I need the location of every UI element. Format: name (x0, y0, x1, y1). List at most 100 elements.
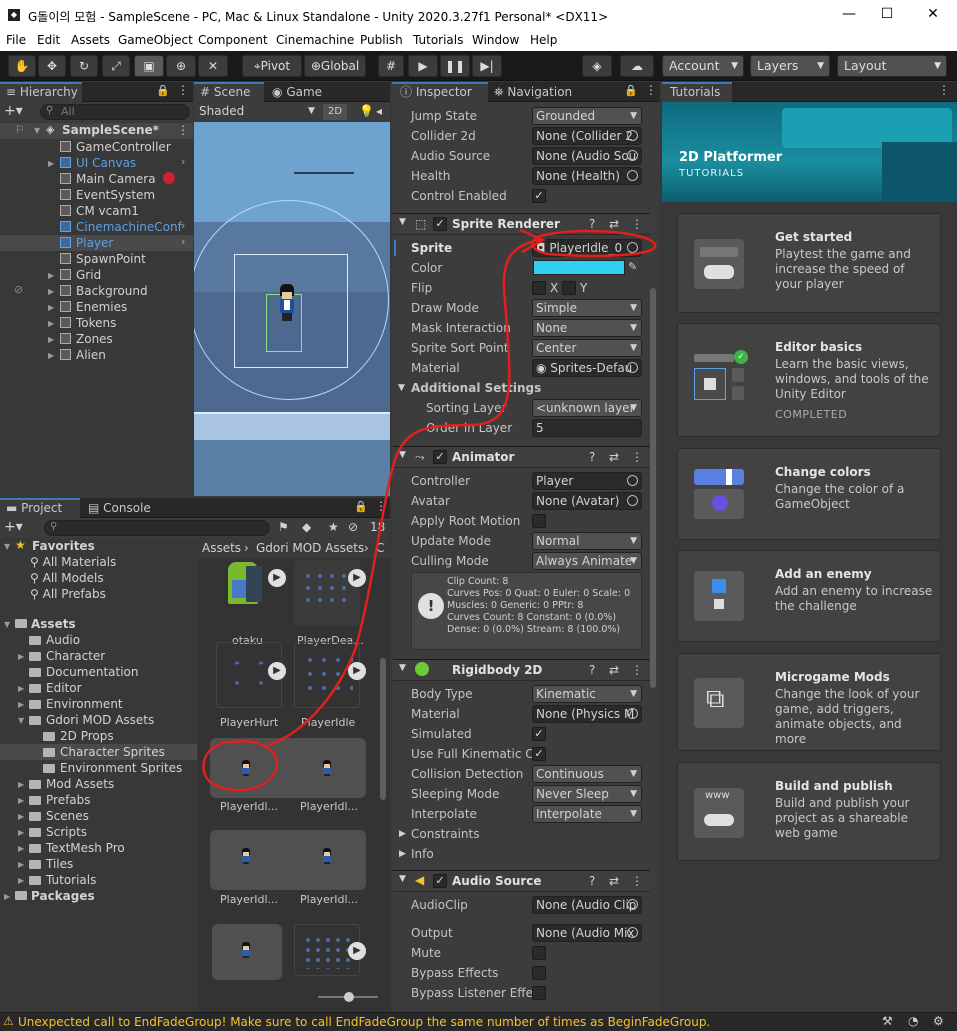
hierarchy-item[interactable]: ▶ Grid (0, 267, 193, 283)
kebab-menu-icon[interactable]: ⋮ (631, 663, 643, 677)
expand-caret-icon[interactable]: ▼ (18, 716, 24, 725)
project-folder-item[interactable]: Audio (0, 632, 197, 648)
hierarchy-item[interactable]: SpawnPoint (0, 251, 193, 267)
shading-mode-dropdown[interactable]: Shaded (199, 104, 244, 118)
progress-icon[interactable]: ◔ (908, 1014, 918, 1028)
object-field[interactable]: Player (532, 472, 642, 490)
tutorial-card-get-started[interactable]: Get started Playtest the game and increa… (677, 213, 941, 313)
status-message[interactable]: Unexpected call to EndFadeGroup! Make su… (18, 1015, 710, 1029)
project-folder-item[interactable]: 2D Props (0, 728, 197, 744)
menu-publish[interactable]: Publish (360, 33, 403, 47)
sprite-playeridle-0[interactable] (241, 760, 251, 776)
hidden-eye-icon[interactable]: ⊘ (14, 283, 23, 296)
object-picker-icon[interactable] (627, 362, 638, 373)
dropdown-field[interactable]: Simple ▼ (532, 299, 642, 317)
object-picker-icon[interactable] (627, 708, 638, 719)
tutorial-card-microgame-mods[interactable]: ⧉ Microgame Mods Change the look of your… (677, 653, 941, 751)
checkbox[interactable]: ✓ (532, 747, 546, 761)
component-header-rigidbody2d[interactable]: ▼ Rigidbody 2D ? ⇄ ⋮ (393, 659, 650, 681)
global-button[interactable]: ⊕Global (304, 55, 366, 77)
help-icon[interactable]: ? (589, 663, 595, 677)
kebab-menu-icon[interactable]: ⋮ (631, 217, 643, 231)
menu-cinemachine[interactable]: Cinemachine (276, 33, 354, 47)
fav-item[interactable]: ⚲ All Models (30, 570, 104, 586)
object-picker-icon[interactable] (627, 899, 638, 910)
checkbox[interactable] (532, 966, 546, 980)
object-picker-icon[interactable] (627, 150, 638, 161)
play-icon[interactable]: ▶ (348, 942, 366, 960)
tab-game[interactable]: ◉ Game (266, 82, 336, 102)
preset-icon[interactable]: ⇄ (609, 663, 619, 677)
order-in-layer-input[interactable]: 5 (532, 419, 642, 437)
expand-caret-icon[interactable]: ▼ (398, 383, 405, 393)
expand-caret-icon[interactable]: ▶ (18, 812, 24, 821)
component-header-audio-source[interactable]: ▼ ◀ ✓ Audio Source ? ⇄ ⋮ (393, 870, 650, 892)
hierarchy-item[interactable]: CinemachineConf › (0, 219, 193, 235)
tab-hierarchy[interactable]: ≡ Hierarchy (0, 82, 82, 102)
player-sprite[interactable] (278, 284, 296, 322)
hierarchy-item[interactable]: CM vcam1 (0, 203, 193, 219)
filter-label-icon[interactable]: ◆ (302, 520, 311, 534)
expand-caret-icon[interactable]: ▶ (399, 849, 406, 859)
expand-caret-icon[interactable]: ▼ (399, 874, 406, 884)
checkbox[interactable] (532, 986, 546, 1000)
project-folder-item[interactable]: ▶ Environment (0, 696, 197, 712)
dropdown-field[interactable]: Kinematic ▼ (532, 685, 642, 703)
tab-inspector[interactable]: ⓘ Inspector (392, 82, 488, 102)
hierarchy-item[interactable]: ▶ Zones (0, 331, 193, 347)
project-folder-item[interactable]: ▶ TextMesh Pro (0, 840, 197, 856)
layers-dropdown[interactable]: Layers ▼ (750, 55, 830, 77)
hierarchy-item[interactable]: ▶ Alien (0, 347, 193, 363)
project-folder-item[interactable]: ▶ Mod Assets (0, 776, 197, 792)
breadcrumb-assets[interactable]: Assets (202, 541, 241, 555)
hierarchy-item[interactable]: Main Camera (0, 171, 193, 187)
fav-item[interactable]: ⚲ All Materials (30, 554, 116, 570)
additional-settings-foldout[interactable]: Additional Settings (411, 379, 541, 397)
maximize-button[interactable]: ☐ (876, 6, 898, 24)
asset-scrollbar[interactable] (380, 658, 386, 800)
hierarchy-item[interactable]: EventSystem (0, 187, 193, 203)
pivot-button[interactable]: ⌖Pivot (242, 55, 302, 77)
project-folder-item[interactable]: ▼ Gdori MOD Assets (0, 712, 197, 728)
add-icon[interactable]: +▾ (4, 103, 23, 119)
play-icon[interactable]: ▶ (268, 662, 286, 680)
hierarchy-item[interactable]: ▶ Enemies (0, 299, 193, 315)
object-picker-icon[interactable] (627, 130, 638, 141)
dropdown-field[interactable]: Normal ▼ (532, 532, 642, 550)
project-folder-item[interactable]: Documentation (0, 664, 197, 680)
audio-icon[interactable]: ◂ (376, 104, 382, 118)
kebab-menu-icon[interactable]: ⋮ (177, 83, 189, 97)
tab-project[interactable]: ▬ Project (0, 498, 80, 518)
tab-scene[interactable]: # Scene (194, 82, 264, 102)
scene-canvas[interactable] (194, 122, 390, 496)
object-field[interactable]: None (Audio Mix (532, 924, 642, 942)
component-enabled-checkbox[interactable]: ✓ (433, 217, 447, 231)
sprite-playeridle-2[interactable] (241, 848, 251, 864)
menu-file[interactable]: File (6, 33, 26, 47)
object-field[interactable]: None (Health) (532, 167, 642, 185)
kebab-menu-icon[interactable]: ⋮ (645, 83, 657, 97)
dropdown-field[interactable]: Always Animate ▼ (532, 552, 642, 570)
project-folder-item[interactable]: ▶ Character (0, 648, 197, 664)
project-folder-item[interactable]: Character Sprites (0, 744, 197, 760)
help-icon[interactable]: ? (589, 450, 595, 464)
project-folder-item[interactable]: ▶ Editor (0, 680, 197, 696)
lock-icon[interactable]: 🔒 (354, 500, 368, 513)
scene-row[interactable]: ⚐ ▼ ◈ SampleScene* ⋮ (0, 123, 193, 139)
preset-icon[interactable]: ⇄ (609, 217, 619, 231)
chevron-right-icon[interactable]: › (181, 219, 185, 232)
kebab-menu-icon[interactable]: ⋮ (177, 123, 189, 137)
flip-x-checkbox[interactable] (532, 281, 546, 295)
expand-caret-icon[interactable]: ▶ (18, 780, 24, 789)
object-picker-icon[interactable] (627, 242, 638, 253)
menu-gameobject[interactable]: GameObject (118, 33, 193, 47)
expand-caret-icon[interactable]: ▶ (48, 271, 54, 280)
expand-caret-icon[interactable]: ▶ (48, 351, 54, 360)
play-icon[interactable]: ▶ (348, 662, 366, 680)
dropdown-field[interactable]: Continuous ▼ (532, 765, 642, 783)
minimize-button[interactable]: — (838, 6, 860, 24)
tab-tutorials[interactable]: Tutorials (662, 82, 732, 102)
menu-help[interactable]: Help (530, 33, 557, 47)
expand-caret-icon[interactable]: ▶ (4, 892, 10, 901)
favorite-star-icon[interactable]: ★ (328, 520, 339, 534)
